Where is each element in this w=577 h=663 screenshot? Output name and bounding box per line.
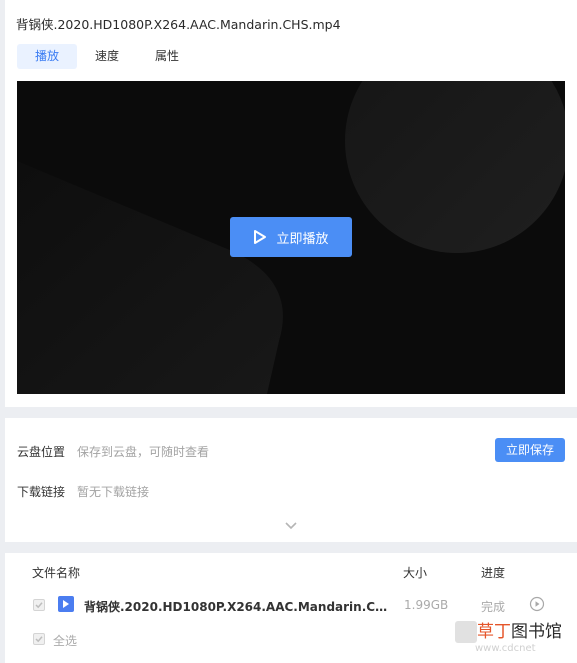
row-checkbox[interactable] [33,599,45,611]
cloud-location-value: 保存到云盘，可随时查看 [77,445,210,459]
checkmark-icon [35,636,43,643]
checkmark-icon [35,602,43,609]
tab-play[interactable]: 播放 [17,44,77,69]
video-file-icon [58,596,74,612]
tab-speed[interactable]: 速度 [77,44,137,69]
tab-bar: 播放 速度 属性 [17,44,197,69]
download-link-value: 暂无下载链接 [77,485,150,499]
file-size: 1.99GB [404,598,449,612]
play-now-button[interactable]: 立即播放 [230,217,352,257]
select-all-label: 全选 [53,634,78,648]
player-card: 背锅侠.2020.HD1080P.X264.AAC.Mandarin.CHS.m… [5,0,577,407]
header-file-name: 文件名称 [32,566,81,580]
tab-properties[interactable]: 属性 [137,44,197,69]
header-progress: 进度 [481,566,506,580]
download-link-label: 下载链接 [17,485,66,499]
save-now-button[interactable]: 立即保存 [495,438,565,462]
save-card: 云盘位置 保存到云盘，可随时查看 立即保存 下载链接 暂无下载链接 [5,418,577,542]
file-name: 背锅侠.2020.HD1080P.X264.AAC.Mandarin.CHS.m… [84,600,396,614]
file-list-card: 文件名称 大小 进度 背锅侠.2020.HD1080P.X264.AAC.Man… [5,553,577,663]
header-size: 大小 [403,566,428,580]
play-now-label: 立即播放 [276,231,329,247]
play-circle-icon[interactable] [529,596,545,612]
select-all-checkbox[interactable] [33,633,45,645]
chevron-down-icon[interactable] [284,516,298,530]
file-title: 背锅侠.2020.HD1080P.X264.AAC.Mandarin.CHS.m… [16,17,341,32]
play-outline-icon [253,229,267,245]
file-status: 完成 [481,600,506,614]
cloud-location-label: 云盘位置 [17,445,66,459]
video-player[interactable]: 立即播放 [17,81,565,394]
